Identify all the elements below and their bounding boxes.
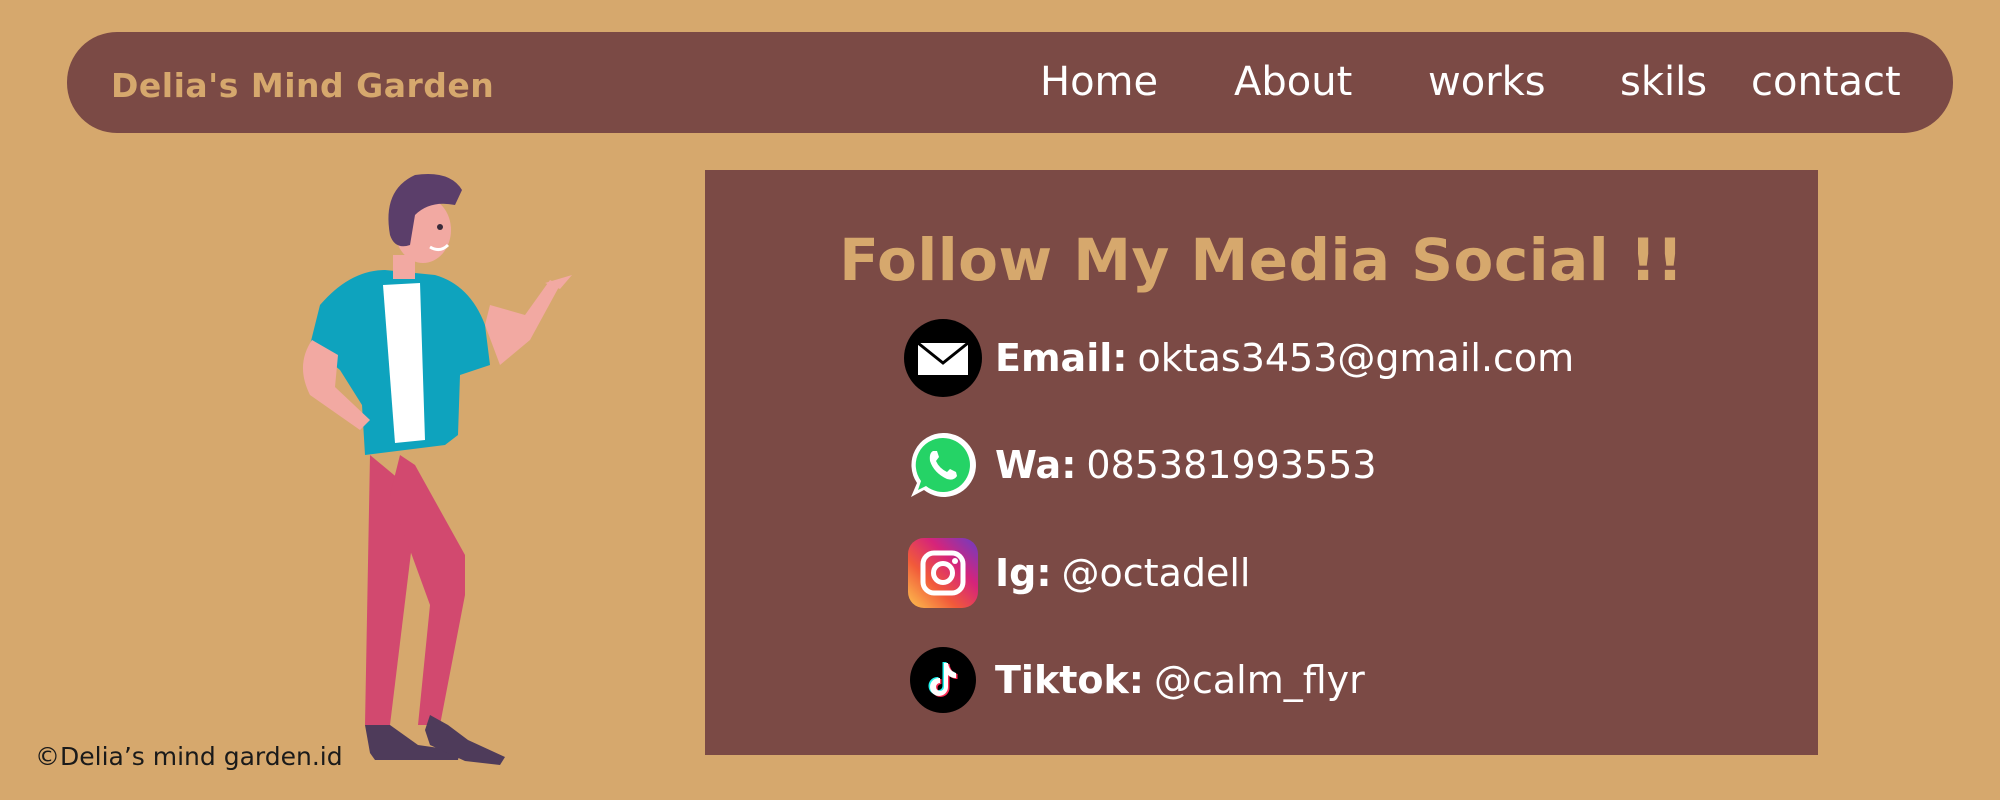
whatsapp-icon[interactable]: [903, 425, 983, 505]
social-media-panel: Follow My Media Social !! Email: oktas345…: [705, 170, 1818, 755]
nav-home[interactable]: Home: [1040, 32, 1158, 133]
email-value[interactable]: oktas3453@gmail.com: [1137, 336, 1574, 380]
tiktok-label: Tiktok:: [995, 658, 1144, 702]
ig-value[interactable]: @octadell: [1062, 551, 1251, 595]
navbar: Delia's Mind Garden Home About works ski…: [67, 32, 1953, 133]
nav-about[interactable]: About: [1234, 32, 1352, 133]
email-label: Email:: [995, 336, 1128, 380]
instagram-icon[interactable]: [903, 533, 983, 613]
contact-instagram: Ig: @octadell: [903, 533, 1251, 613]
tiktok-value[interactable]: @calm_flyr: [1154, 658, 1365, 702]
contact-whatsapp: Wa: 085381993553: [903, 425, 1377, 505]
email-icon[interactable]: [903, 318, 983, 398]
nav-skills[interactable]: skils: [1620, 32, 1707, 133]
contact-tiktok: Tiktok: @calm_flyr: [903, 640, 1365, 720]
tiktok-icon[interactable]: [903, 640, 983, 720]
panel-title: Follow My Media Social !!: [839, 226, 1684, 294]
nav-works[interactable]: works: [1428, 32, 1546, 133]
wa-label: Wa:: [995, 443, 1077, 487]
character-illustration: [302, 174, 572, 765]
contact-email: Email: oktas3453@gmail.com: [903, 318, 1574, 398]
ig-label: Ig:: [995, 551, 1052, 595]
wa-value[interactable]: 085381993553: [1086, 443, 1376, 487]
nav-contact[interactable]: contact: [1751, 32, 1901, 133]
brand-title[interactable]: Delia's Mind Garden: [111, 32, 494, 133]
footer-copyright: ©Delia’s mind garden.id: [35, 742, 343, 771]
